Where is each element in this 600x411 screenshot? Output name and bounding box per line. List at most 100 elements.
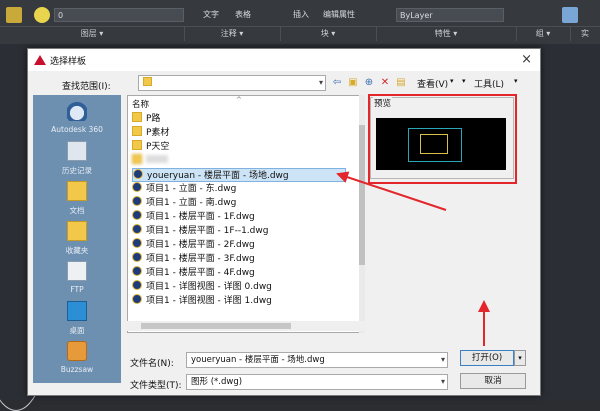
chevron-down-icon: ▾ — [318, 78, 323, 87]
cancel-button[interactable]: 取消 — [460, 373, 526, 389]
item-label: 项目1 - 楼层平面 - 4F.dwg — [146, 268, 255, 278]
group-block[interactable]: 块 ▾ — [280, 27, 377, 41]
dialog-title: 选择样板 — [50, 57, 87, 67]
ribbon: 0 文字 表格 插入 编辑属性 ByLayer 图层 ▾ 注释 ▾ 块 ▾ 特性… — [0, 0, 600, 44]
open-button[interactable]: 打开(O) — [460, 350, 514, 366]
layer-state-icon[interactable] — [6, 7, 22, 23]
group-layer[interactable]: 图层 ▾ — [0, 27, 185, 41]
dwg-file-icon — [132, 210, 142, 220]
autocad-logo-icon — [34, 55, 46, 65]
list-item[interactable]: 项目1 - 详图视图 - 详图 0.dwg — [132, 280, 272, 294]
item-label: youeryuan - 楼层平面 - 场地.dwg — [147, 171, 289, 181]
list-item[interactable]: 项目1 - 详图视图 - 详图 1.dwg — [132, 294, 272, 308]
list-item[interactable]: P天空 — [132, 140, 169, 154]
annotation-highlight-box — [368, 94, 517, 184]
column-header-name[interactable]: 名称 — [132, 98, 149, 110]
item-label: 项目1 - 立面 - 东.dwg — [146, 184, 237, 194]
dialog-titlebar[interactable]: 选择样板 × — [28, 49, 540, 71]
list-item[interactable]: P路 — [132, 112, 160, 126]
item-label: 项目1 - 立面 - 南.dwg — [146, 198, 237, 208]
scroll-thumb[interactable] — [141, 323, 291, 329]
group-utilities[interactable]: 实 — [570, 27, 600, 41]
dwg-file-icon — [132, 196, 142, 206]
list-item[interactable]: 项目1 - 立面 - 东.dwg — [132, 182, 236, 196]
insert-label: 插入 — [293, 10, 309, 19]
group-groups[interactable]: 组 ▾ — [516, 27, 571, 41]
chevron-down-icon: ▾ — [440, 377, 445, 386]
tools-dropdown-icon[interactable]: ▾ — [514, 77, 518, 85]
filename-input[interactable]: youeryuan - 楼层平面 - 场地.dwg ▾ — [186, 352, 448, 368]
item-label: P路 — [146, 114, 161, 124]
edit-attr-button[interactable]: 编辑属性 — [320, 8, 378, 22]
cloud-icon — [67, 101, 87, 121]
up-folder-icon[interactable]: ▣ — [346, 76, 360, 90]
sun-icon[interactable] — [34, 7, 50, 23]
search-web-icon[interactable]: ⊕ — [362, 76, 376, 90]
tools-chevron-icon[interactable]: ▾ — [462, 77, 466, 85]
view-chevron-icon[interactable]: ▾ — [450, 77, 454, 85]
group-icon[interactable] — [562, 7, 578, 23]
dwg-file-icon — [132, 266, 142, 276]
list-item[interactable]: 项目1 - 立面 - 南.dwg — [132, 196, 236, 210]
layer-value: 0 — [58, 11, 64, 20]
layer-dropdown[interactable]: 0 — [54, 8, 184, 22]
table-button[interactable]: 表格 — [232, 8, 266, 22]
look-in-dropdown[interactable]: ▾ — [138, 75, 326, 91]
place-label: 桌面 — [69, 326, 85, 335]
text-button[interactable]: 文字 — [200, 8, 224, 22]
place-label: 历史记录 — [62, 166, 92, 175]
list-item-selected[interactable]: youeryuan - 楼层平面 - 场地.dwg — [132, 168, 346, 182]
list-item[interactable]: 项目1 - 楼层平面 - 4F.dwg — [132, 266, 255, 280]
list-item[interactable]: 项目1 - 楼层平面 - 2F.dwg — [132, 238, 255, 252]
place-label: Autodesk 360 — [51, 125, 103, 134]
history-icon — [67, 141, 87, 161]
favorites-icon — [67, 221, 87, 241]
filename-value: youeryuan - 楼层平面 - 场地.dwg — [191, 355, 325, 365]
list-item[interactable]: 项目1 - 楼层平面 - 3F.dwg — [132, 252, 255, 266]
vertical-scrollbar[interactable] — [359, 95, 365, 333]
list-item-blurred[interactable] — [132, 154, 172, 168]
filetype-dropdown[interactable]: 图形 (*.dwg) ▾ — [186, 374, 448, 390]
linetype-dropdown[interactable]: ByLayer — [396, 8, 504, 22]
file-list[interactable]: 名称 ^ P路 P素材 P天空 youeryuan - 楼层平面 - 场地.dw… — [127, 95, 365, 333]
list-item[interactable]: 项目1 - 楼层平面 - 1F--1.dwg — [132, 224, 268, 238]
item-label: 项目1 - 楼层平面 - 1F.dwg — [146, 212, 255, 222]
group-properties[interactable]: 特性 ▾ — [376, 27, 517, 41]
dwg-file-icon — [132, 280, 142, 290]
item-label: P素材 — [146, 128, 170, 138]
documents-icon — [67, 181, 87, 201]
list-item[interactable]: P素材 — [132, 126, 169, 140]
folder-icon — [132, 126, 142, 136]
desktop-icon — [67, 301, 87, 321]
look-in-label: 查找范围(I): — [62, 82, 111, 92]
place-buzzsaw[interactable]: Buzzsaw — [33, 339, 121, 389]
close-button[interactable]: × — [521, 52, 532, 67]
dwg-file-icon — [132, 182, 142, 192]
item-label: 项目1 - 楼层平面 - 3F.dwg — [146, 254, 255, 264]
horizontal-scrollbar[interactable] — [127, 321, 365, 331]
new-folder-icon[interactable]: ▤ — [394, 76, 408, 90]
ftp-icon — [67, 261, 87, 281]
folder-icon — [132, 154, 142, 164]
dwg-file-icon — [132, 224, 142, 234]
buzzsaw-icon — [67, 341, 87, 361]
place-label: 文档 — [69, 206, 85, 215]
list-item[interactable]: 项目1 - 楼层平面 - 1F.dwg — [132, 210, 255, 224]
item-label: 项目1 - 楼层平面 - 1F--1.dwg — [146, 226, 269, 236]
open-options-chevron-icon[interactable]: ▾ — [514, 350, 526, 366]
back-icon[interactable]: ⇦ — [330, 76, 344, 90]
bylayer-value: ByLayer — [400, 11, 433, 20]
delete-icon[interactable]: ✕ — [378, 76, 392, 90]
place-label: FTP — [70, 285, 84, 294]
group-annotation[interactable]: 注释 ▾ — [184, 27, 281, 41]
scroll-thumb[interactable] — [359, 125, 365, 265]
item-label: P天空 — [146, 142, 170, 152]
ribbon-group-labels: 图层 ▾ 注释 ▾ 块 ▾ 特性 ▾ 组 ▾ 实 — [0, 26, 600, 41]
select-template-dialog: 选择样板 × 查找范围(I): ▾ ⇦ ▣ ⊕ ✕ ▤ 查看(V) ▾ ▾ 工具… — [27, 48, 541, 396]
insert-button[interactable]: 插入 — [290, 8, 314, 22]
edit-attr-label: 编辑属性 — [323, 10, 355, 19]
ribbon-row: 0 文字 表格 插入 编辑属性 ByLayer — [0, 4, 600, 26]
view-menu[interactable]: 查看(V) — [417, 77, 448, 90]
tools-menu[interactable]: 工具(L) — [474, 77, 504, 90]
blurred-label — [146, 155, 168, 163]
